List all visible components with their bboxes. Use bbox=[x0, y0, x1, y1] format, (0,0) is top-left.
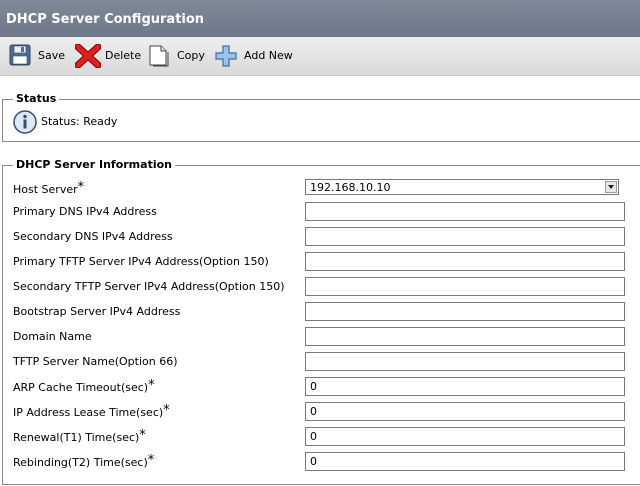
tftp-name-label: TFTP Server Name(Option 66) bbox=[13, 355, 178, 368]
primary-dns-input[interactable] bbox=[305, 202, 625, 221]
primary-tftp-label: Primary TFTP Server IPv4 Address(Option … bbox=[13, 255, 269, 268]
tftp-name-input[interactable] bbox=[305, 352, 625, 371]
renewal-row: Renewal(T1) Time(sec)* bbox=[13, 427, 633, 449]
host-server-row: Host Server* 192.168.10.10 bbox=[13, 179, 633, 201]
secondary-dns-label: Secondary DNS IPv4 Address bbox=[13, 230, 173, 243]
rebinding-row: Rebinding(T2) Time(sec)* bbox=[13, 452, 633, 474]
status-section: Status Status: Ready bbox=[2, 92, 640, 142]
blue-plus-icon bbox=[215, 45, 237, 67]
arp-timeout-input[interactable] bbox=[305, 377, 625, 396]
domain-name-label: Domain Name bbox=[13, 330, 92, 343]
floppy-disk-icon bbox=[9, 44, 31, 66]
arp-timeout-label: ARP Cache Timeout(sec) bbox=[13, 381, 149, 394]
secondary-dns-row: Secondary DNS IPv4 Address bbox=[13, 227, 633, 249]
bootstrap-input[interactable] bbox=[305, 302, 625, 321]
bootstrap-row: Bootstrap Server IPv4 Address bbox=[13, 302, 633, 324]
required-asterisk: * bbox=[77, 180, 85, 195]
lease-time-label: IP Address Lease Time(sec) bbox=[13, 406, 164, 419]
rebinding-label: Rebinding(T2) Time(sec) bbox=[13, 456, 148, 469]
dhcp-info-section: DHCP Server Information Host Server* 192… bbox=[2, 158, 640, 485]
save-button[interactable]: Save bbox=[9, 37, 67, 76]
status-legend: Status bbox=[13, 92, 60, 106]
secondary-dns-input[interactable] bbox=[305, 227, 625, 246]
domain-name-row: Domain Name bbox=[13, 327, 633, 349]
renewal-label: Renewal(T1) Time(sec) bbox=[13, 431, 140, 444]
info-icon bbox=[13, 110, 37, 134]
tftp-name-row: TFTP Server Name(Option 66) bbox=[13, 352, 633, 374]
red-x-icon bbox=[75, 44, 101, 68]
required-asterisk: * bbox=[147, 453, 155, 468]
copy-label: Copy bbox=[177, 49, 205, 62]
arp-timeout-row: ARP Cache Timeout(sec)* bbox=[13, 377, 633, 399]
renewal-input[interactable] bbox=[305, 427, 625, 446]
chevron-down-icon[interactable] bbox=[605, 181, 617, 193]
secondary-tftp-input[interactable] bbox=[305, 277, 625, 296]
primary-tftp-row: Primary TFTP Server IPv4 Address(Option … bbox=[13, 252, 633, 274]
domain-name-input[interactable] bbox=[305, 327, 625, 346]
add-new-button[interactable]: Add New bbox=[214, 37, 294, 76]
status-text: Status: Ready bbox=[41, 115, 118, 128]
primary-tftp-input[interactable] bbox=[305, 252, 625, 271]
rebinding-input[interactable] bbox=[305, 452, 625, 471]
toolbar: Save Delete Copy Add New bbox=[0, 37, 640, 76]
page-title: DHCP Server Configuration bbox=[0, 0, 640, 37]
required-asterisk: * bbox=[148, 378, 155, 393]
secondary-tftp-label: Secondary TFTP Server IPv4 Address(Optio… bbox=[13, 280, 285, 293]
primary-dns-row: Primary DNS IPv4 Address bbox=[13, 202, 633, 224]
host-server-label: Host Server bbox=[13, 183, 78, 196]
delete-label: Delete bbox=[105, 49, 142, 62]
save-label: Save bbox=[38, 49, 66, 62]
delete-button[interactable]: Delete bbox=[75, 37, 142, 76]
primary-dns-label: Primary DNS IPv4 Address bbox=[13, 205, 157, 218]
required-asterisk: * bbox=[163, 403, 170, 418]
lease-time-input[interactable] bbox=[305, 402, 625, 421]
required-asterisk: * bbox=[139, 428, 146, 443]
host-server-value: 192.168.10.10 bbox=[310, 181, 391, 194]
add-new-label: Add New bbox=[244, 49, 293, 62]
document-copy-icon bbox=[149, 45, 169, 67]
bootstrap-label: Bootstrap Server IPv4 Address bbox=[13, 305, 181, 318]
secondary-tftp-row: Secondary TFTP Server IPv4 Address(Optio… bbox=[13, 277, 633, 299]
copy-button[interactable]: Copy bbox=[148, 37, 206, 76]
host-server-select[interactable]: 192.168.10.10 bbox=[305, 179, 619, 195]
dhcp-info-legend: DHCP Server Information bbox=[13, 158, 175, 172]
lease-time-row: IP Address Lease Time(sec)* bbox=[13, 402, 633, 424]
